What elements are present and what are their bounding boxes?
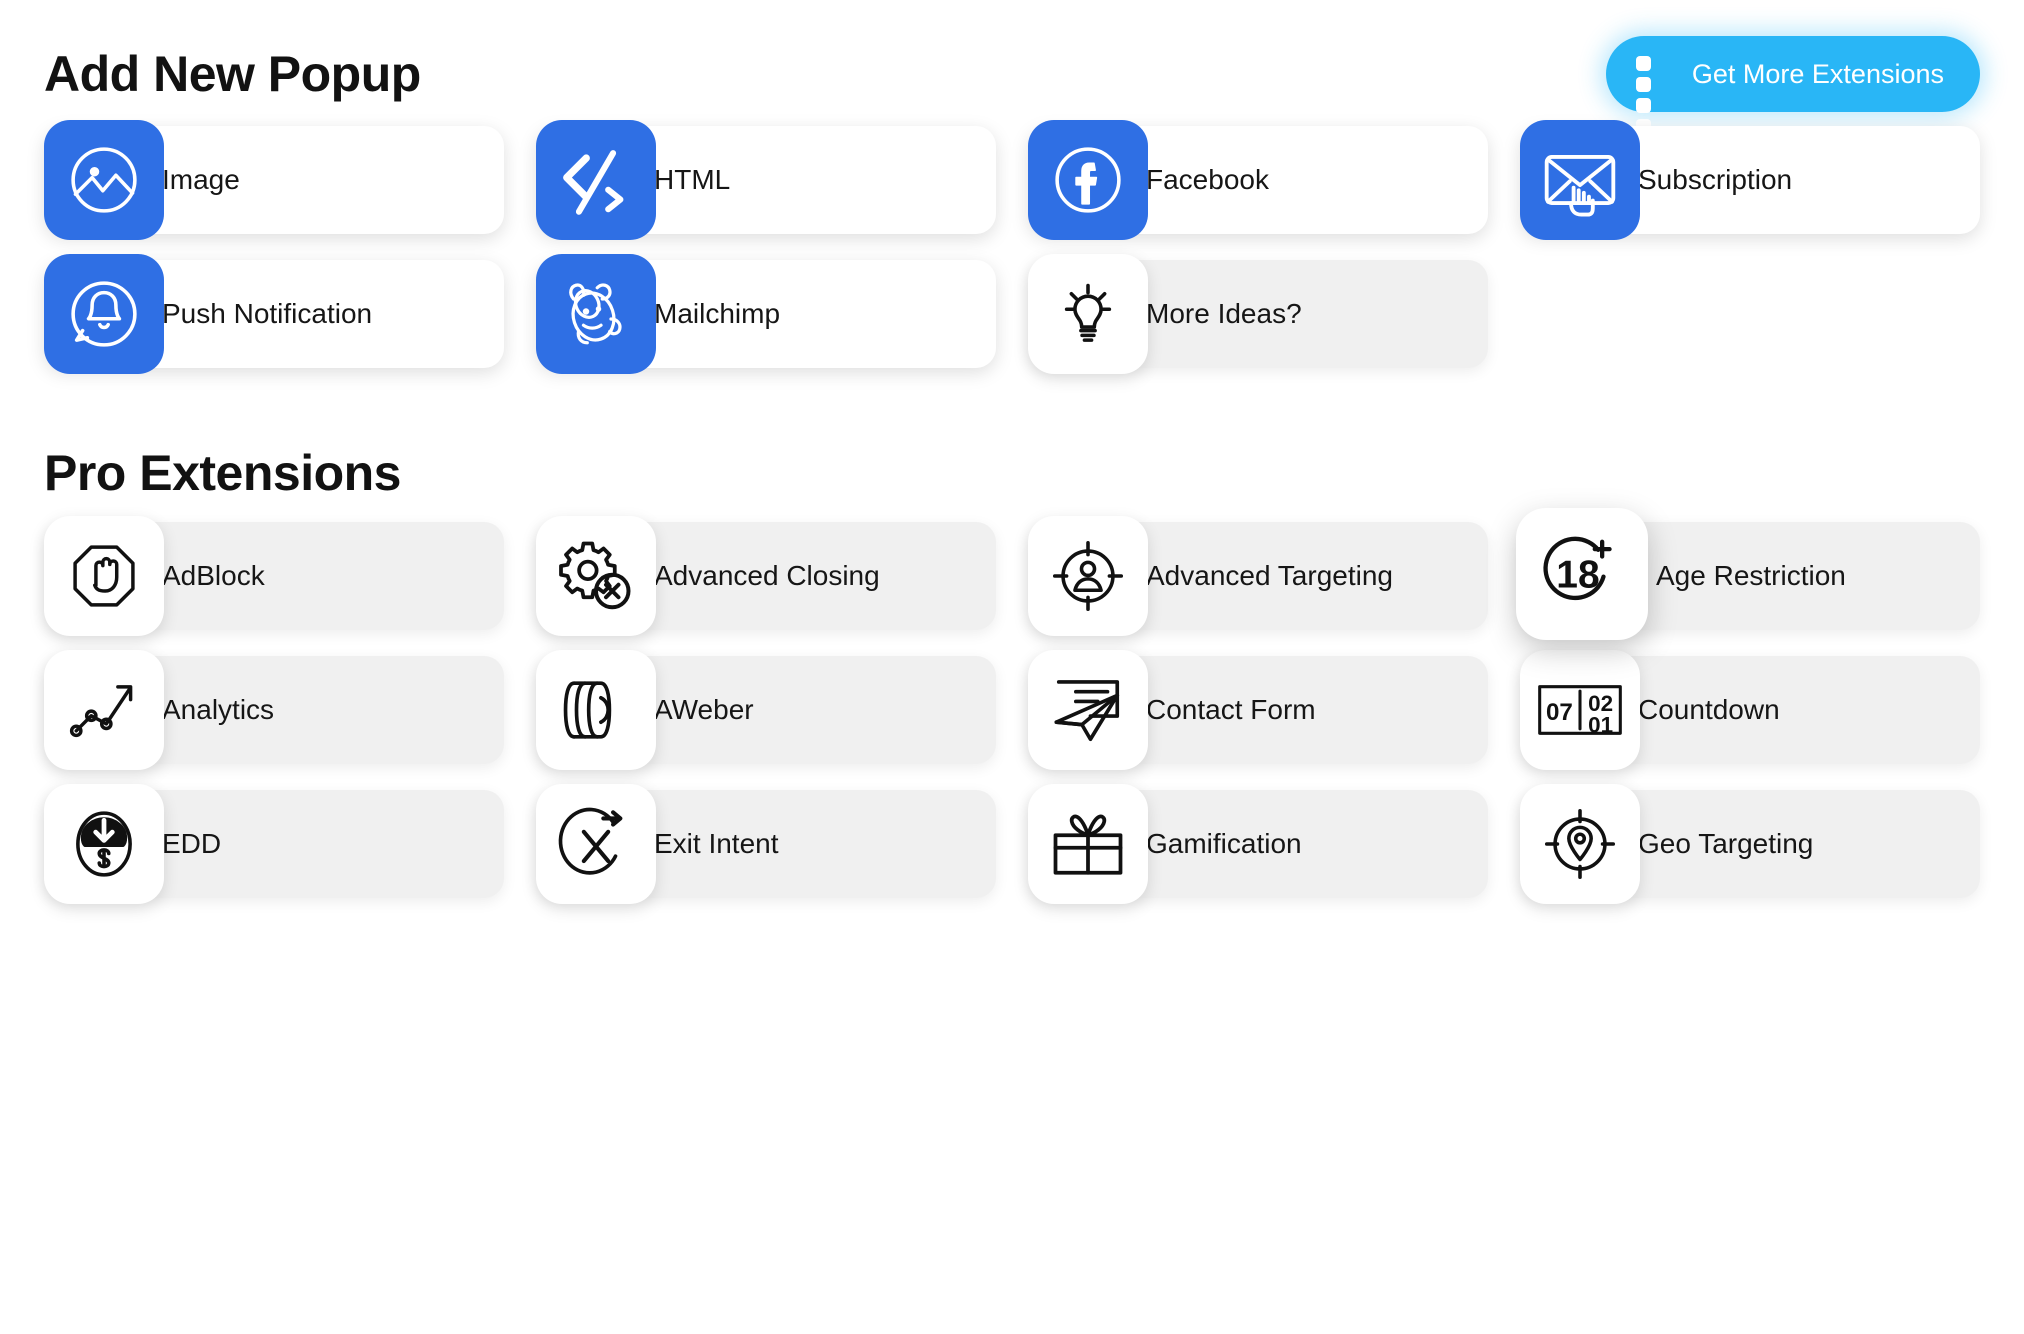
extension-card-exit-intent[interactable]: Exit Intent <box>536 784 996 904</box>
extension-card-contact-form[interactable]: Contact Form <box>1028 650 1488 770</box>
exit-intent-x-arrow-icon <box>536 784 656 904</box>
extension-card-subscription[interactable]: Subscription <box>1520 120 1980 240</box>
extension-card-age-restriction[interactable]: 18 Age Restriction <box>1516 508 1980 640</box>
extension-card-analytics[interactable]: Analytics <box>44 650 504 770</box>
hand-stop-octagon-icon <box>44 516 164 636</box>
extension-card-label: Contact Form <box>1146 694 1316 725</box>
extension-card-geo-targeting[interactable]: Geo Targeting <box>1520 784 1980 904</box>
person-crosshair-icon <box>1028 516 1148 636</box>
bell-notification-icon <box>44 254 164 374</box>
extension-card-label: More Ideas? <box>1146 298 1302 329</box>
gift-box-icon <box>1028 784 1148 904</box>
extension-card-advanced-closing[interactable]: Advanced Closing <box>536 516 996 636</box>
extension-card-label: Subscription <box>1638 164 1793 195</box>
svg-text:07: 07 <box>1546 699 1573 726</box>
extension-card-facebook[interactable]: Facebook <box>1028 120 1488 240</box>
line-chart-arrow-icon <box>44 650 164 770</box>
add-new-popup-header: Add New Popup Get More Extensions <box>44 0 1980 134</box>
page-root: Add New Popup Get More Extensions Image … <box>0 0 2024 1334</box>
extension-card-mailchimp[interactable]: Mailchimp <box>536 254 996 374</box>
svg-text:01: 01 <box>1588 712 1613 737</box>
image-picture-icon <box>44 120 164 240</box>
extension-card-advanced-targeting[interactable]: Advanced Targeting <box>1028 516 1488 636</box>
basic-extensions-grid: Image HTML Facebook Subscription Push No… <box>44 120 1980 374</box>
extension-card-label: Advanced Targeting <box>1146 560 1393 591</box>
extension-card-edd[interactable]: EDD <box>44 784 504 904</box>
mailchimp-monkey-icon <box>536 254 656 374</box>
get-more-extensions-button[interactable]: Get More Extensions <box>1605 36 1980 134</box>
grid-four-squares-icon <box>1635 56 1672 134</box>
edd-dollar-download-icon <box>44 784 164 904</box>
extension-card-image[interactable]: Image <box>44 120 504 240</box>
extension-card-html[interactable]: HTML <box>536 120 996 240</box>
extension-card-label: Mailchimp <box>654 298 781 329</box>
page-title: Add New Popup <box>44 46 421 102</box>
extension-card-label: Advanced Closing <box>654 560 880 591</box>
pro-extensions-header: Pro Extensions <box>44 368 1980 518</box>
countdown-digits-icon: 07 02 01 <box>1520 650 1640 770</box>
get-more-extensions-label: Get More Extensions <box>1691 58 1944 89</box>
extension-card-gamification[interactable]: Gamification <box>1028 784 1488 904</box>
extension-card-label: HTML <box>654 164 731 195</box>
extension-card-more-ideas[interactable]: More Ideas? <box>1028 254 1488 374</box>
facebook-icon <box>1028 120 1148 240</box>
extension-card-label: AdBlock <box>162 560 265 591</box>
extension-card-label: Age Restriction <box>1656 560 1846 591</box>
extension-card-label: Exit Intent <box>654 828 779 859</box>
code-brackets-icon <box>536 120 656 240</box>
extension-card-label: Gamification <box>1146 828 1302 859</box>
eighteen-plus-icon: 18 <box>1516 508 1648 640</box>
extension-card-adblock[interactable]: AdBlock <box>44 516 504 636</box>
extension-card-label: Countdown <box>1638 694 1780 725</box>
extension-card-label: Facebook <box>1146 164 1269 195</box>
svg-text:18: 18 <box>1556 553 1599 596</box>
extension-card-label: Image <box>162 164 240 195</box>
paper-plane-form-icon <box>1028 650 1148 770</box>
extension-card-label: Push Notification <box>162 298 373 329</box>
pro-extensions-grid: AdBlock Advanced Closing Advanced Target… <box>44 508 1980 904</box>
extension-card-label: EDD <box>162 828 222 859</box>
extension-card-countdown[interactable]: 07 02 01 Countdown <box>1520 650 1980 770</box>
map-pin-crosshair-icon <box>1520 784 1640 904</box>
extension-card-label: AWeber <box>654 694 754 725</box>
extension-card-label: Analytics <box>162 694 275 725</box>
pro-extensions-title: Pro Extensions <box>44 445 402 501</box>
aweber-stack-icon <box>536 650 656 770</box>
extension-card-push-notification[interactable]: Push Notification <box>44 254 504 374</box>
extension-card-label: Geo Targeting <box>1638 828 1814 859</box>
envelope-click-icon <box>1520 120 1640 240</box>
gear-close-icon <box>536 516 656 636</box>
extension-card-aweber[interactable]: AWeber <box>536 650 996 770</box>
lightbulb-idea-icon <box>1028 254 1148 374</box>
